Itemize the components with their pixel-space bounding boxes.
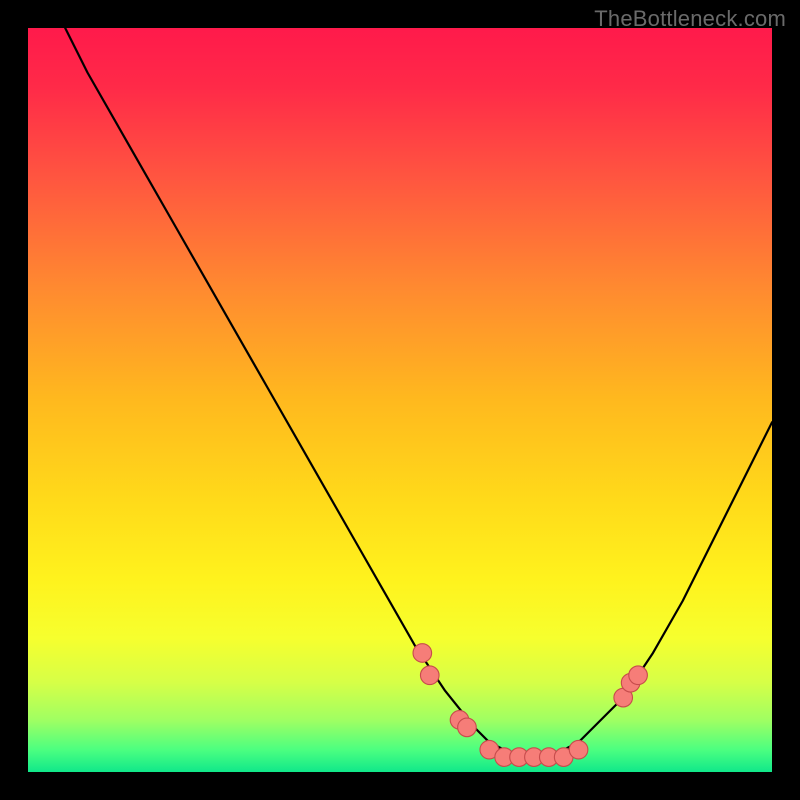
data-point — [569, 740, 588, 759]
data-point — [413, 644, 432, 663]
gradient-background — [28, 28, 772, 772]
data-point — [458, 718, 477, 737]
chart-svg — [28, 28, 772, 772]
plot-area — [28, 28, 772, 772]
data-point — [420, 666, 439, 685]
chart-stage: TheBottleneck.com — [0, 0, 800, 800]
data-point — [629, 666, 648, 685]
watermark-text: TheBottleneck.com — [594, 6, 786, 32]
